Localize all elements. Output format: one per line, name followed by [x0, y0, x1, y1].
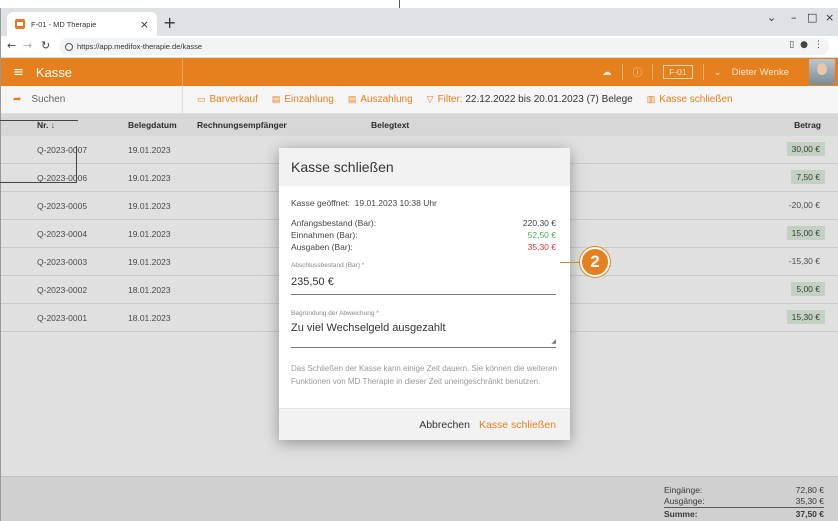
- resize-handle-icon[interactable]: ◢: [551, 338, 556, 345]
- ausgaben-label: Ausgaben (Bar):: [291, 242, 353, 252]
- avatar[interactable]: [809, 59, 835, 85]
- close-register-icon: ▥: [646, 94, 656, 104]
- divider: [652, 64, 654, 80]
- user-menu-chevron-icon[interactable]: ⌄: [714, 67, 722, 78]
- filter-value: 22.12.2022 bis 20.01.2023 (7) Belege: [465, 94, 633, 105]
- filter-icon: ▽: [426, 94, 434, 104]
- annotation-frame-line: [76, 146, 77, 183]
- cash-register-icon: ▭: [197, 94, 206, 104]
- search-button[interactable]: ➦ Suchen: [1, 85, 183, 114]
- callout-number-badge: 2: [580, 247, 610, 277]
- back-arrow-icon[interactable]: ←: [7, 39, 16, 52]
- einzahlung-button[interactable]: ▤ Einzahlung: [272, 94, 334, 105]
- new-tab-icon[interactable]: +: [163, 13, 176, 32]
- withdrawal-icon: ▤: [347, 94, 357, 104]
- divider: [702, 64, 704, 80]
- hamburger-menu-icon[interactable]: ≡: [13, 65, 24, 80]
- app-header: ≡ Kasse ☁ ⓘ F-01 ⌄ Dieter Wenke: [1, 58, 838, 86]
- close-register-dialog: Kasse schließen Kasse geöffnet: 19.01.20…: [279, 148, 570, 440]
- annotation-frame-line: [0, 182, 76, 183]
- chevron-down-icon[interactable]: ⌄: [767, 11, 776, 24]
- begruendung-textarea[interactable]: Zu viel Wechselgeld ausgezahlt: [291, 322, 446, 334]
- annotation-leader-line: [399, 0, 400, 8]
- abschluss-field-label: Abschlussbestand (Bar) *: [291, 262, 365, 269]
- cloud-icon[interactable]: ☁: [602, 67, 612, 78]
- anfangsbestand-label: Anfangsbestand (Bar):: [291, 218, 377, 228]
- anfangsbestand-value: 220,30 €: [522, 218, 556, 228]
- kasse-schliessen-toolbar-button[interactable]: ▥ Kasse schließen: [647, 94, 733, 105]
- filter-label: Filter:: [437, 94, 463, 105]
- help-icon[interactable]: ⓘ: [633, 65, 643, 79]
- begruendung-underline: [291, 347, 556, 348]
- page-title: Kasse: [35, 64, 73, 80]
- dialog-footer: Abbrechen Kasse schließen: [279, 408, 570, 440]
- maximize-icon[interactable]: □: [807, 11, 817, 24]
- minimize-icon[interactable]: –: [791, 11, 797, 24]
- filter-button[interactable]: ▽ Filter: 22.12.2022 bis 20.01.2023 (7) …: [427, 94, 633, 105]
- cancel-button[interactable]: Abbrechen: [419, 419, 470, 431]
- tab-title: F-01 - MD Therapie: [31, 19, 97, 29]
- close-window-icon[interactable]: ×: [825, 11, 834, 24]
- close-tab-icon[interactable]: ×: [140, 18, 149, 31]
- reload-icon[interactable]: ↻: [41, 39, 50, 52]
- url-text: https://app.medifox-therapie.de/kasse: [77, 42, 203, 51]
- address-bar: ← → ↻ https://app.medifox-therapie.de/ka…: [1, 36, 838, 58]
- search-arrow-icon: ➦: [13, 94, 22, 105]
- auszahlung-button[interactable]: ▤ Auszahlung: [348, 94, 413, 105]
- site-info-icon[interactable]: [65, 42, 73, 51]
- einnahmen-label: Einnahmen (Bar):: [291, 230, 358, 240]
- barverkauf-button[interactable]: ▭ Barverkauf: [197, 94, 258, 105]
- einzahlung-label: Einzahlung: [284, 94, 334, 105]
- browser-tab[interactable]: F-01 - MD Therapie ×: [7, 12, 157, 36]
- url-field[interactable]: https://app.medifox-therapie.de/kasse: [59, 38, 829, 55]
- einnahmen-value: 52,50 €: [527, 230, 556, 240]
- tab-strip: F-01 - MD Therapie × + ⌄ – □ ×: [1, 8, 838, 36]
- search-label: Suchen: [31, 94, 66, 105]
- annotation-frame-line: [0, 120, 78, 121]
- toolbar: ➦ Suchen ▭ Barverkauf ▤ Einzahlung ▤ Aus…: [1, 85, 838, 114]
- app-favicon-icon: [15, 19, 25, 29]
- deposit-icon: ▤: [271, 94, 281, 104]
- abschluss-underline: [291, 294, 556, 295]
- dialog-note: Das Schließen der Kasse kann einige Zeit…: [291, 364, 557, 386]
- kasse-schliessen-label: Kasse schließen: [659, 94, 733, 105]
- confirm-close-register-button[interactable]: Kasse schließen: [479, 419, 556, 431]
- ausgaben-value: 35,30 €: [527, 242, 556, 252]
- begruendung-field-label: Begründung der Abweichung *: [291, 310, 379, 317]
- forward-arrow-icon[interactable]: →: [23, 39, 32, 52]
- dialog-title: Kasse schließen: [279, 148, 570, 186]
- modal-backdrop: [1, 114, 838, 136]
- divider: [621, 64, 623, 80]
- abschluss-field[interactable]: 235,50 €: [291, 276, 334, 288]
- opened-info: Kasse geöffnet: 19.01.2023 10:38 Uhr: [291, 198, 437, 208]
- user-name[interactable]: Dieter Wenke: [732, 67, 789, 78]
- barverkauf-label: Barverkauf: [209, 94, 258, 105]
- facility-badge[interactable]: F-01: [663, 65, 693, 79]
- browser-menu-icons[interactable]: ▯●⋮: [789, 40, 829, 50]
- auszahlung-label: Auszahlung: [360, 94, 413, 105]
